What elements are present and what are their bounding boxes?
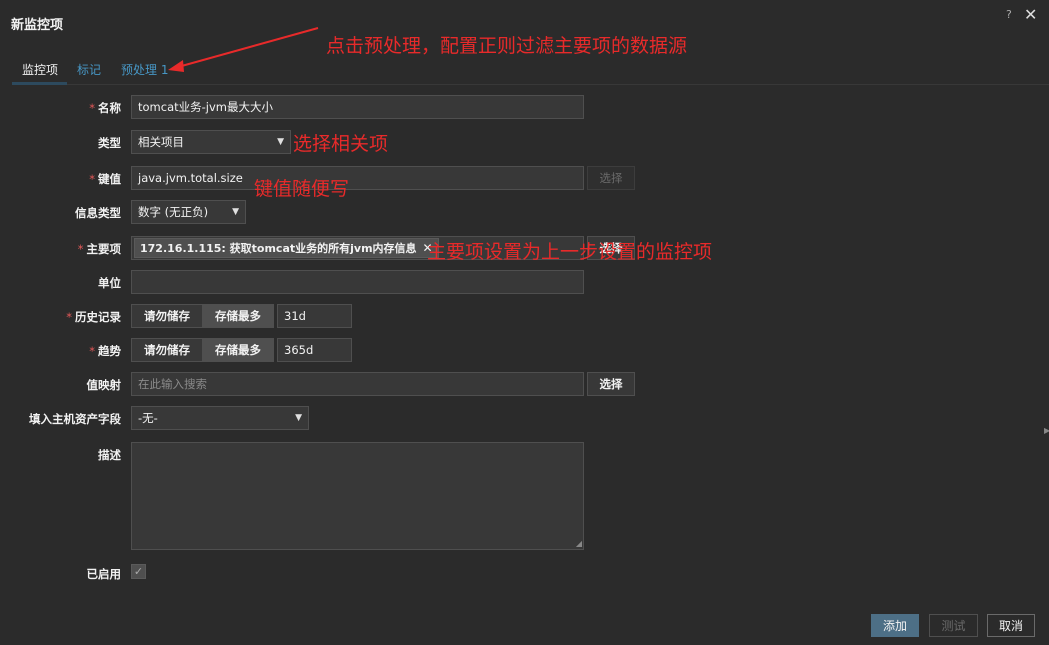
annotation-type: 选择相关项 (293, 133, 389, 155)
annotation-arrow (168, 27, 319, 72)
annotation-master-item: 主要项设置为上一步设置的监控项 (427, 241, 713, 263)
annotation-key: 键值随便写 (254, 178, 350, 200)
new-item-dialog: 新监控项 ? ✕ 监控项 标记 预处理 1 * 名称 tomcat业务-jvm最大… (0, 0, 1049, 645)
annotation-preprocessing: 点击预处理，配置正则过滤主要项的数据源 (326, 35, 688, 57)
